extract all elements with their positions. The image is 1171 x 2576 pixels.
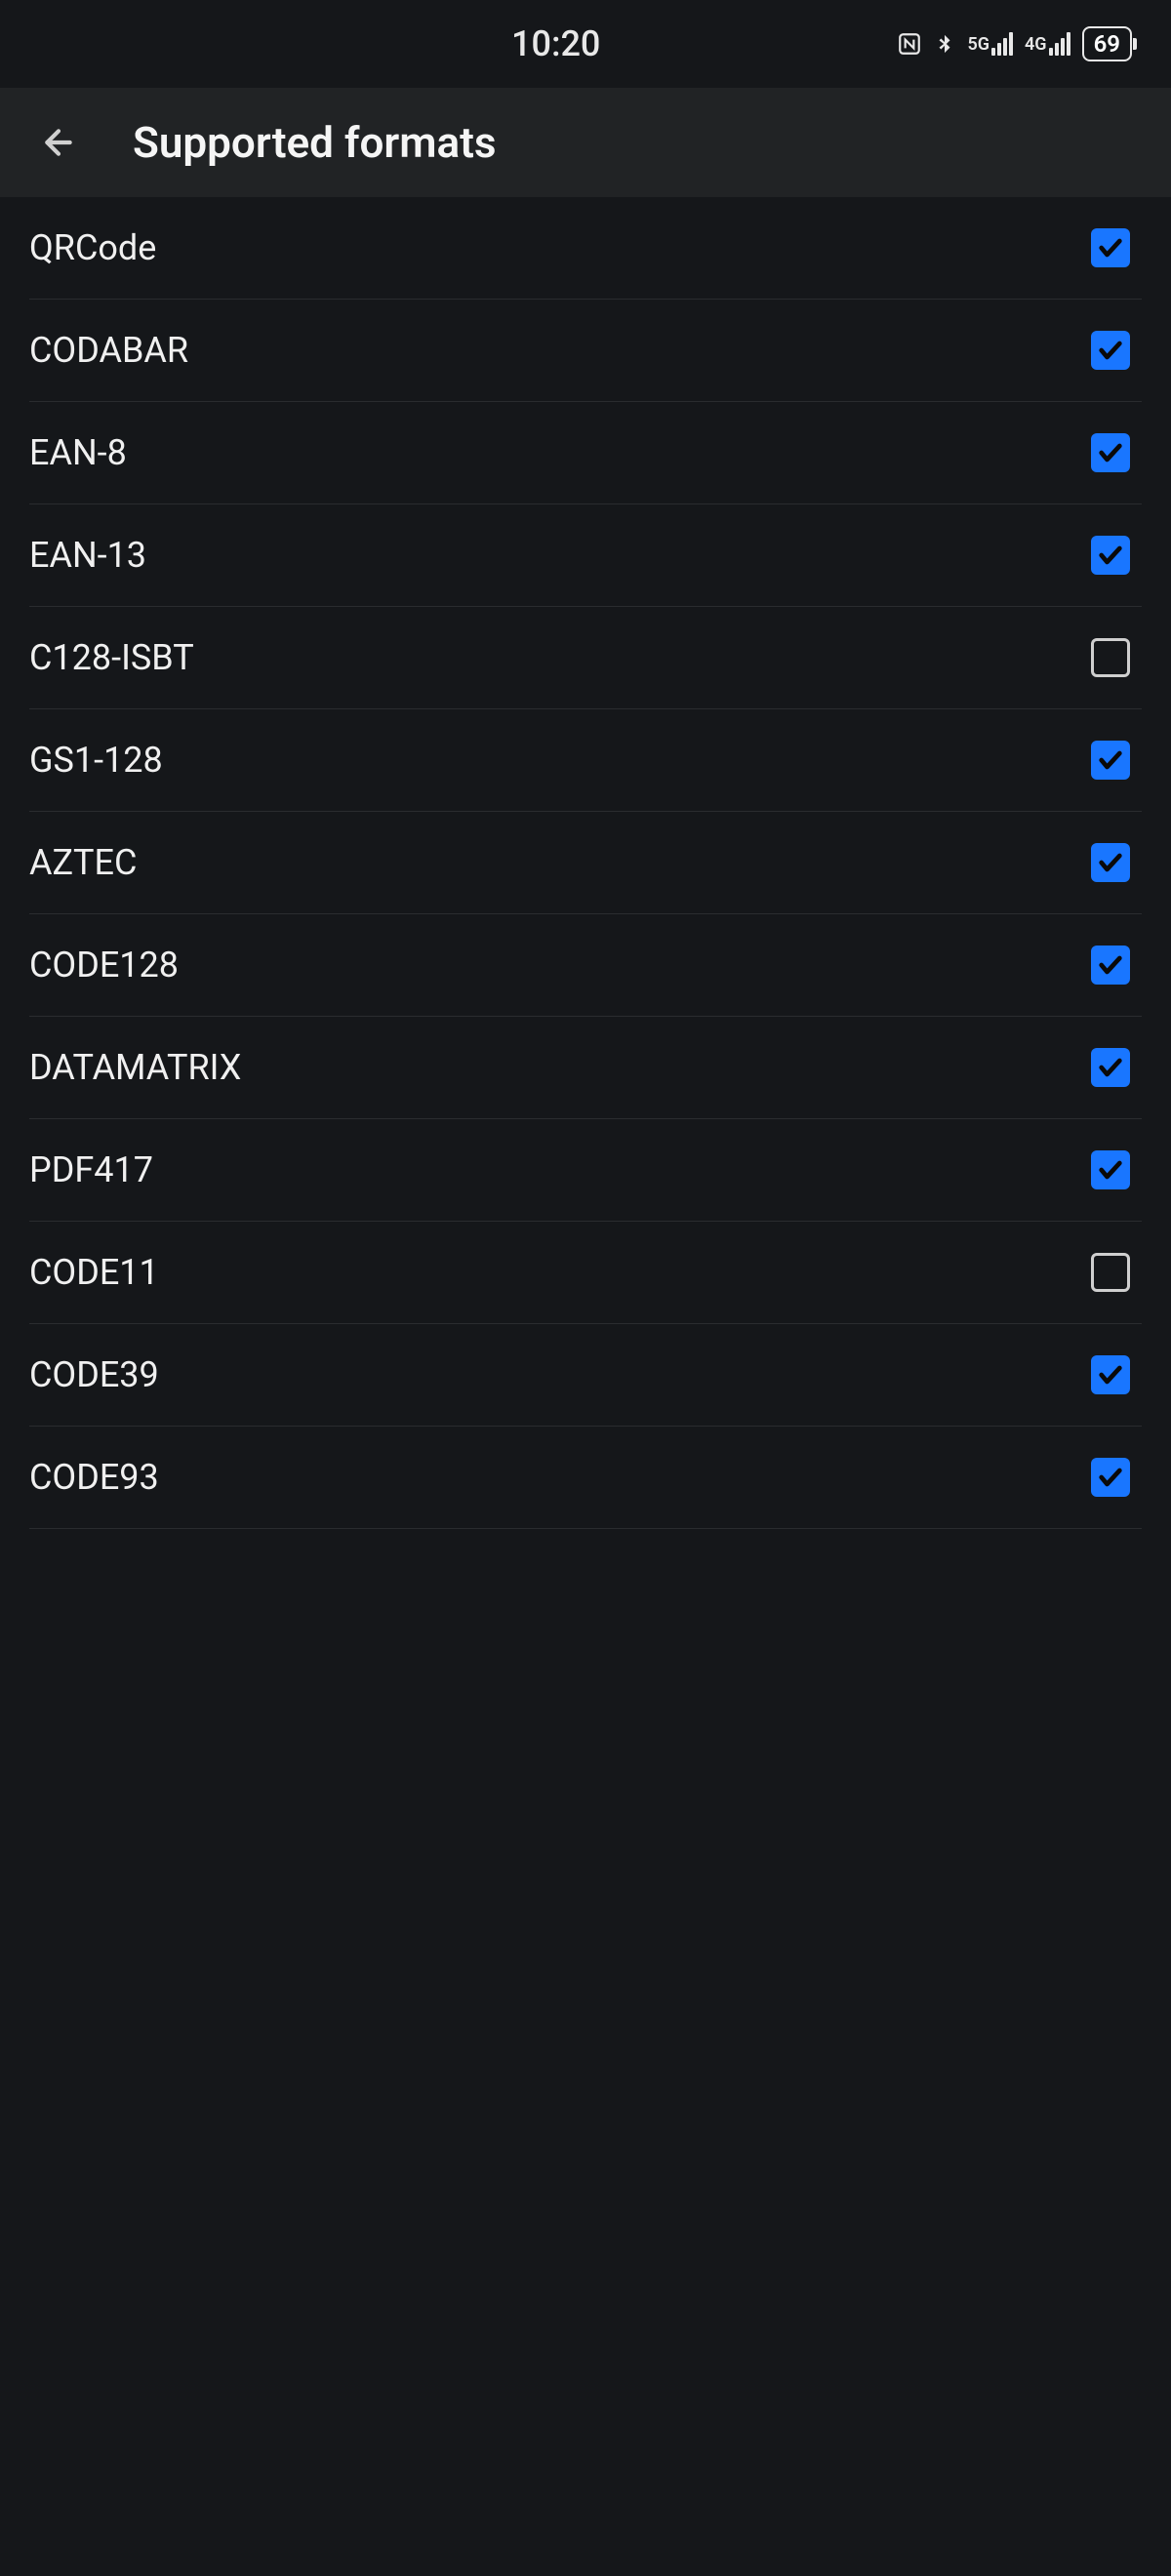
format-checkbox[interactable] (1091, 536, 1130, 575)
list-item[interactable]: CODABAR (29, 300, 1142, 402)
check-icon (1097, 849, 1124, 876)
format-label: C128-ISBT (29, 637, 194, 678)
format-label: CODE11 (29, 1252, 159, 1293)
format-checkbox[interactable] (1091, 638, 1130, 677)
bluetooth-icon (934, 30, 955, 58)
page-title: Supported formats (133, 117, 497, 168)
format-checkbox[interactable] (1091, 843, 1130, 882)
format-label: AZTEC (29, 842, 137, 883)
format-checkbox[interactable] (1091, 331, 1130, 370)
format-checkbox[interactable] (1091, 1048, 1130, 1087)
format-label: CODE93 (29, 1457, 159, 1498)
format-label: EAN-13 (29, 535, 146, 576)
format-checkbox[interactable] (1091, 1355, 1130, 1394)
check-icon (1097, 1464, 1124, 1491)
back-button[interactable] (35, 119, 82, 166)
formats-list: QRCode CODABAR EAN-8 EAN-13 C128-ISBT GS1-128… (0, 197, 1171, 1529)
format-label: CODE128 (29, 945, 179, 986)
list-item[interactable]: CODE39 (29, 1324, 1142, 1427)
format-checkbox[interactable] (1091, 228, 1130, 267)
signal-5g-icon: 5G (967, 32, 1013, 56)
format-label: QRCode (29, 227, 156, 268)
list-item[interactable]: GS1-128 (29, 709, 1142, 812)
check-icon (1097, 542, 1124, 569)
format-checkbox[interactable] (1091, 1458, 1130, 1497)
list-item[interactable]: CODE128 (29, 914, 1142, 1017)
format-checkbox[interactable] (1091, 946, 1130, 985)
format-label: DATAMATRIX (29, 1047, 241, 1088)
format-label: EAN-8 (29, 432, 127, 473)
check-icon (1097, 951, 1124, 979)
list-item[interactable]: DATAMATRIX (29, 1017, 1142, 1119)
nfc-icon (897, 31, 922, 57)
battery-icon: 69 (1082, 26, 1132, 61)
check-icon (1097, 1156, 1124, 1184)
status-icons: 5G 4G 69 (897, 26, 1132, 61)
status-bar: 10:20 5G 4G 69 (0, 0, 1171, 88)
list-item[interactable]: QRCode (29, 197, 1142, 300)
app-bar: Supported formats (0, 88, 1171, 197)
format-checkbox[interactable] (1091, 1150, 1130, 1189)
check-icon (1097, 1054, 1124, 1081)
format-checkbox[interactable] (1091, 1253, 1130, 1292)
format-checkbox[interactable] (1091, 433, 1130, 472)
check-icon (1097, 1361, 1124, 1389)
format-label: CODABAR (29, 330, 188, 371)
arrow-left-icon (39, 123, 78, 162)
format-checkbox[interactable] (1091, 741, 1130, 780)
list-item[interactable]: C128-ISBT (29, 607, 1142, 709)
format-label: GS1-128 (29, 740, 163, 781)
check-icon (1097, 746, 1124, 774)
list-item[interactable]: CODE93 (29, 1427, 1142, 1529)
list-item[interactable]: EAN-13 (29, 504, 1142, 607)
list-item[interactable]: AZTEC (29, 812, 1142, 914)
format-label: PDF417 (29, 1149, 153, 1190)
list-item[interactable]: CODE11 (29, 1222, 1142, 1324)
format-label: CODE39 (29, 1354, 159, 1395)
list-item[interactable]: PDF417 (29, 1119, 1142, 1222)
status-time: 10:20 (39, 23, 897, 64)
check-icon (1097, 439, 1124, 466)
check-icon (1097, 337, 1124, 364)
signal-4g-icon: 4G (1025, 32, 1070, 56)
check-icon (1097, 234, 1124, 262)
list-item[interactable]: EAN-8 (29, 402, 1142, 504)
